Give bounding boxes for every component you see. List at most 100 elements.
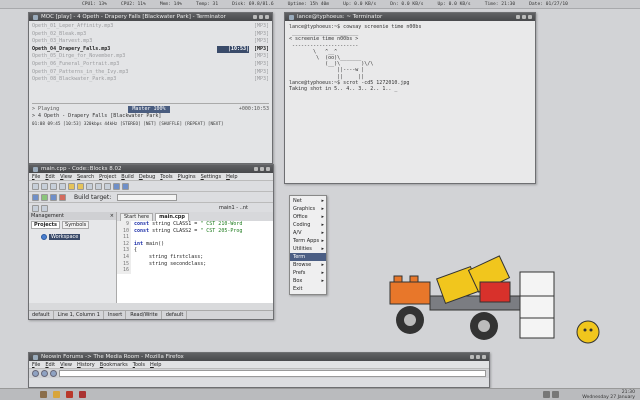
menu-item-term[interactable]: Term: [290, 253, 326, 261]
menu-item-term-apps[interactable]: Term Apps ▸: [290, 237, 326, 245]
maximize-icon[interactable]: [259, 15, 263, 19]
close-icon[interactable]: [482, 355, 486, 359]
menu-item[interactable]: File: [32, 174, 40, 180]
code-editor[interactable]: Start here main.cpp 9 10 11 12 13 14 15 16 cons…: [117, 212, 273, 303]
terminal-title-bar[interactable]: lance@typhoeus: ~ Terminator: [285, 13, 535, 21]
build-toolbar[interactable]: Build target:: [29, 192, 273, 203]
menu-item-a-v[interactable]: A/V ▸: [290, 229, 326, 237]
playlist-item[interactable]: Opeth_06_Funeral_Portrait.mp3 [MP3]: [32, 61, 269, 69]
menu-item-box[interactable]: Box ▸: [290, 277, 326, 285]
undo-icon[interactable]: [68, 182, 75, 190]
menu-item-exit[interactable]: Exit: [290, 285, 326, 293]
save-icon[interactable]: [50, 182, 57, 190]
maximize-icon[interactable]: [476, 355, 480, 359]
find-icon[interactable]: [113, 182, 120, 190]
playlist-item[interactable]: Opeth_01_Leper_Affinity.mp3 [MP3]: [32, 23, 269, 31]
menu-item[interactable]: Edit: [45, 362, 55, 368]
menu-item[interactable]: Help: [150, 362, 161, 368]
firefox-title-bar[interactable]: Neowin Forums -> The Media Room - Mozill…: [29, 353, 489, 361]
menu-item-office[interactable]: Office ▸: [290, 213, 326, 221]
firefox-menubar[interactable]: File Edit View History Bookmarks Tools Help: [29, 361, 489, 369]
playlist-item[interactable]: Opeth_02_Bleak.mp3 [MP3]: [32, 31, 269, 39]
minimize-icon[interactable]: [470, 355, 474, 359]
playlist-item[interactable]: Opeth_07_Patterns_in_the_Ivy.mp3 [MP3]: [32, 69, 269, 77]
menu-item[interactable]: File: [32, 362, 40, 368]
save-all-icon[interactable]: [59, 182, 66, 190]
file-selector[interactable]: main1 - ..nt: [219, 205, 248, 211]
codeblocks-menubar[interactable]: File Edit View Search Project Build Debug Tools…: [29, 173, 273, 181]
menu-item[interactable]: View: [60, 362, 72, 368]
menu-item[interactable]: Bookmarks: [100, 362, 128, 368]
terminal-task-icon[interactable]: [66, 391, 73, 398]
replace-icon[interactable]: [122, 182, 129, 190]
abort-icon[interactable]: [59, 193, 66, 201]
playlist-item[interactable]: Opeth_03_Harvest.mp3 [MP3]: [32, 38, 269, 46]
taskbar[interactable]: 21:30 Wednesday 27 January: [0, 388, 640, 400]
minimize-icon[interactable]: [254, 167, 258, 171]
tab-main-cpp[interactable]: main.cpp: [155, 213, 189, 221]
close-icon[interactable]: ×: [110, 213, 114, 219]
build-icon[interactable]: [32, 193, 39, 201]
menu-item-graphics[interactable]: Graphics ▸: [290, 205, 326, 213]
menu-item[interactable]: Plugins: [178, 174, 196, 180]
window-controls[interactable]: [470, 355, 489, 359]
clock[interactable]: 21:30 Wednesday 27 January: [582, 390, 635, 400]
new-file-icon[interactable]: [32, 182, 39, 190]
reload-icon[interactable]: [50, 370, 57, 377]
menu-item[interactable]: Help: [226, 174, 237, 180]
cut-icon[interactable]: [86, 182, 93, 190]
menu-item[interactable]: Project: [99, 174, 116, 180]
tray-icon[interactable]: [543, 391, 550, 398]
window-controls[interactable]: [516, 15, 535, 19]
files-icon[interactable]: [53, 391, 60, 398]
master-volume[interactable]: Master 100%: [128, 105, 170, 114]
moc-terminal-window[interactable]: MOC [play] - 4 Opeth - Drapery Falls [Bl…: [28, 12, 273, 164]
menu-item-prefs[interactable]: Prefs ▸: [290, 269, 326, 277]
moc-title-bar[interactable]: MOC [play] - 4 Opeth - Drapery Falls [Bl…: [29, 13, 272, 21]
menu-item[interactable]: History: [77, 362, 95, 368]
maximize-icon[interactable]: [260, 167, 264, 171]
menu-item-utilities[interactable]: Utilities ▸: [290, 245, 326, 253]
menu-item[interactable]: View: [60, 174, 72, 180]
root-menu[interactable]: Net ▸ Graphics ▸ Office ▸ Coding ▸ A/V ▸ Term Apps…: [289, 195, 327, 295]
firefox-window[interactable]: Neowin Forums -> The Media Room - Mozill…: [28, 352, 490, 388]
codeblocks-title-bar[interactable]: main.cpp - Code::Blocks 8.02: [29, 165, 273, 173]
playlist[interactable]: Opeth_01_Leper_Affinity.mp3 [MP3] Opeth_02…: [32, 23, 269, 84]
tab-projects[interactable]: Projects: [31, 221, 61, 229]
codeblocks-window[interactable]: main.cpp - Code::Blocks 8.02 File Edit Vie…: [28, 164, 274, 320]
close-icon[interactable]: [265, 15, 269, 19]
menu-item-net[interactable]: Net ▸: [290, 197, 326, 205]
terminal-window[interactable]: lance@typhoeus: ~ Terminator lance@typho…: [284, 12, 536, 184]
paste-icon[interactable]: [104, 182, 111, 190]
debug-icon[interactable]: [32, 204, 39, 212]
redo-icon[interactable]: [77, 182, 84, 190]
management-panel[interactable]: Management × Projects Symbols Workspace: [29, 212, 117, 303]
playlist-item[interactable]: Opeth_05_Dirge_for_November.mp3 [MP3]: [32, 53, 269, 61]
system-tray[interactable]: [543, 391, 559, 398]
tab-symbols[interactable]: Symbols: [62, 221, 90, 229]
window-controls[interactable]: [254, 167, 273, 171]
build-run-icon[interactable]: [50, 193, 57, 201]
launcher-icon[interactable]: [40, 391, 47, 398]
close-icon[interactable]: [266, 167, 270, 171]
window-controls[interactable]: [253, 15, 272, 19]
url-bar[interactable]: [59, 370, 486, 377]
menu-item[interactable]: Debug: [139, 174, 155, 180]
open-icon[interactable]: [41, 182, 48, 190]
maximize-icon[interactable]: [522, 15, 526, 19]
step-icon[interactable]: [41, 204, 48, 212]
run-icon[interactable]: [41, 193, 48, 201]
minimize-icon[interactable]: [516, 15, 520, 19]
back-icon[interactable]: [32, 370, 39, 377]
close-icon[interactable]: [528, 15, 532, 19]
menu-item[interactable]: Tools: [133, 362, 145, 368]
menu-item-browse[interactable]: Browse ▸: [290, 261, 326, 269]
forward-icon[interactable]: [41, 370, 48, 377]
copy-icon[interactable]: [95, 182, 102, 190]
navigation-toolbar[interactable]: [29, 369, 489, 378]
menu-item[interactable]: Build: [121, 174, 134, 180]
tab-start-here[interactable]: Start here: [120, 213, 154, 221]
menu-item[interactable]: Edit: [45, 174, 55, 180]
menu-item[interactable]: Search: [77, 174, 94, 180]
main-toolbar[interactable]: [29, 181, 273, 192]
